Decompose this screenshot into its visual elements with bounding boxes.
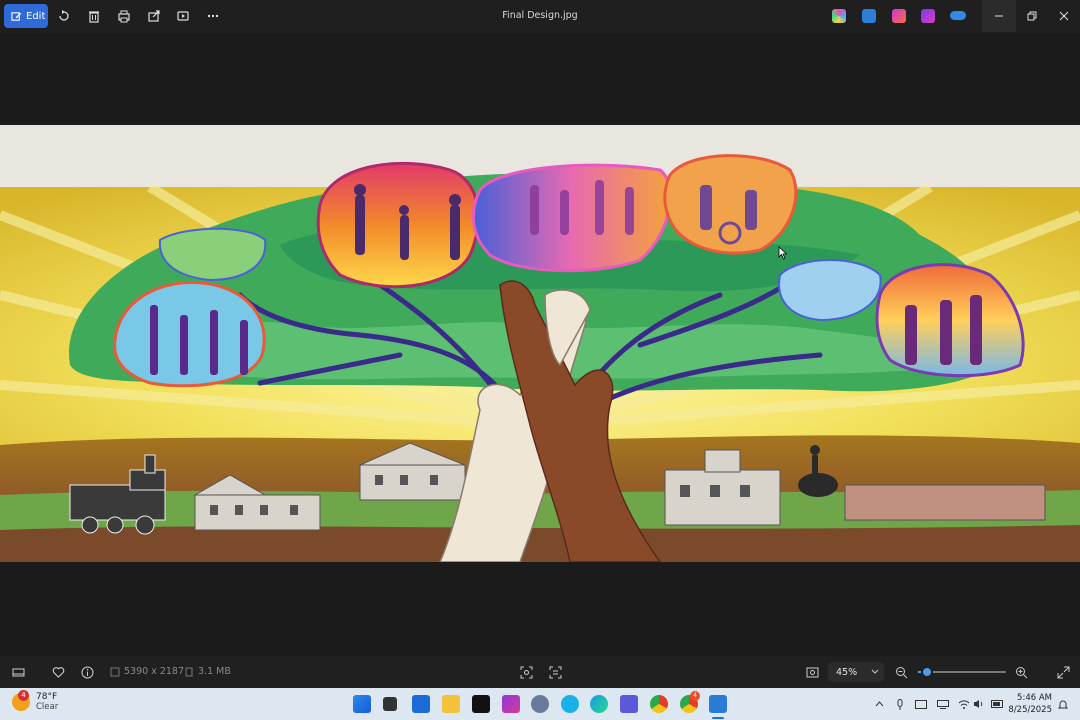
- chrome-notification-badge: 4: [690, 691, 700, 701]
- more-icon[interactable]: [205, 8, 221, 24]
- copilot-icon[interactable]: [832, 9, 846, 23]
- visual-search-icon[interactable]: [518, 664, 534, 680]
- image-viewer[interactable]: [0, 33, 1080, 656]
- capcut-icon[interactable]: [472, 695, 490, 713]
- clipchamp-taskbar-icon[interactable]: [502, 695, 520, 713]
- restore-icon: [1027, 11, 1037, 21]
- taskbar: 4 78°F Clear 4 5:46 AM 8/25/2025: [0, 688, 1080, 720]
- title-bar: Edit Final Design.jpg: [0, 0, 1080, 33]
- file-size-icon: [185, 667, 193, 676]
- weather-widget[interactable]: 4 78°F Clear: [12, 690, 59, 712]
- edit-label: Edit: [26, 10, 46, 22]
- clock-date: 8/25/2025: [1008, 705, 1052, 715]
- close-icon: [1059, 11, 1069, 21]
- keyboard-icon[interactable]: [915, 698, 927, 710]
- active-app-indicator: [712, 717, 724, 719]
- chevron-up-icon[interactable]: [873, 698, 885, 710]
- teams-icon[interactable]: [620, 695, 638, 713]
- settings-icon[interactable]: [531, 695, 549, 713]
- restore-button[interactable]: [1015, 0, 1049, 32]
- battery-icon[interactable]: [991, 698, 1003, 710]
- zoom-slider-thumb[interactable]: [921, 666, 933, 678]
- zoom-slider[interactable]: [918, 666, 1006, 678]
- file-size: 3.1 MB: [184, 666, 231, 677]
- edit-button[interactable]: Edit: [4, 4, 48, 28]
- file-size-text: 3.1 MB: [198, 666, 231, 677]
- weather-sun-icon: 4: [12, 690, 30, 711]
- photos-editor-icon[interactable]: [862, 9, 876, 23]
- weather-condition: Clear: [36, 702, 59, 712]
- edit-icon: [11, 11, 22, 21]
- chevron-down-icon: [871, 669, 879, 674]
- microphone-icon[interactable]: [894, 698, 906, 710]
- task-view-icon[interactable]: [383, 697, 397, 711]
- window-title: Final Design.jpg: [502, 10, 578, 21]
- rotate-icon[interactable]: [56, 8, 72, 24]
- store-icon[interactable]: [412, 695, 430, 713]
- clock-time: 5:46 AM: [1017, 693, 1052, 703]
- share-icon[interactable]: [146, 8, 162, 24]
- chrome-icon[interactable]: [650, 695, 668, 713]
- minimize-icon: [995, 15, 1003, 17]
- filmstrip-icon[interactable]: [10, 664, 26, 680]
- wifi-icon[interactable]: [958, 698, 970, 710]
- clipchamp-icon[interactable]: [892, 9, 906, 23]
- clock[interactable]: 5:46 AM 8/25/2025: [1008, 692, 1052, 716]
- edge-icon[interactable]: [590, 695, 608, 713]
- mural-image: [0, 125, 1080, 562]
- close-button[interactable]: [1047, 0, 1080, 32]
- zoom-dropdown[interactable]: 45%: [828, 662, 884, 682]
- slideshow-icon[interactable]: [175, 8, 191, 24]
- file-explorer-icon[interactable]: [442, 695, 460, 713]
- display-icon[interactable]: [937, 698, 949, 710]
- image-size-icon: [110, 667, 120, 676]
- fit-to-window-icon[interactable]: [804, 664, 820, 680]
- status-bar: 5390 x 2187 3.1 MB 45%: [0, 656, 1080, 688]
- image-dimensions: 5390 x 2187: [110, 666, 184, 677]
- photos-icon[interactable]: [709, 695, 727, 713]
- print-icon[interactable]: [116, 8, 132, 24]
- minimize-button[interactable]: [982, 0, 1016, 32]
- chrome-profile-icon[interactable]: 4: [680, 691, 700, 713]
- text-scan-icon[interactable]: [547, 664, 563, 680]
- favorite-icon[interactable]: [50, 664, 66, 680]
- fullscreen-icon[interactable]: [1055, 664, 1071, 680]
- designer-icon[interactable]: [921, 9, 935, 23]
- volume-icon[interactable]: [973, 698, 985, 710]
- onedrive-icon[interactable]: [950, 11, 966, 20]
- start-icon[interactable]: [353, 695, 371, 713]
- dimensions-text: 5390 x 2187: [124, 666, 185, 677]
- zoom-value: 45%: [836, 666, 858, 678]
- notification-bell-icon[interactable]: [1057, 698, 1069, 710]
- delete-icon[interactable]: [86, 8, 102, 24]
- weather-badge: 4: [18, 690, 29, 701]
- weather-temp: 78°F: [36, 692, 58, 702]
- info-icon[interactable]: [79, 664, 95, 680]
- zoom-out-icon[interactable]: [893, 664, 909, 680]
- mouse-cursor-icon: [778, 246, 788, 260]
- zoom-in-icon[interactable]: [1013, 664, 1029, 680]
- skype-icon[interactable]: [561, 695, 579, 713]
